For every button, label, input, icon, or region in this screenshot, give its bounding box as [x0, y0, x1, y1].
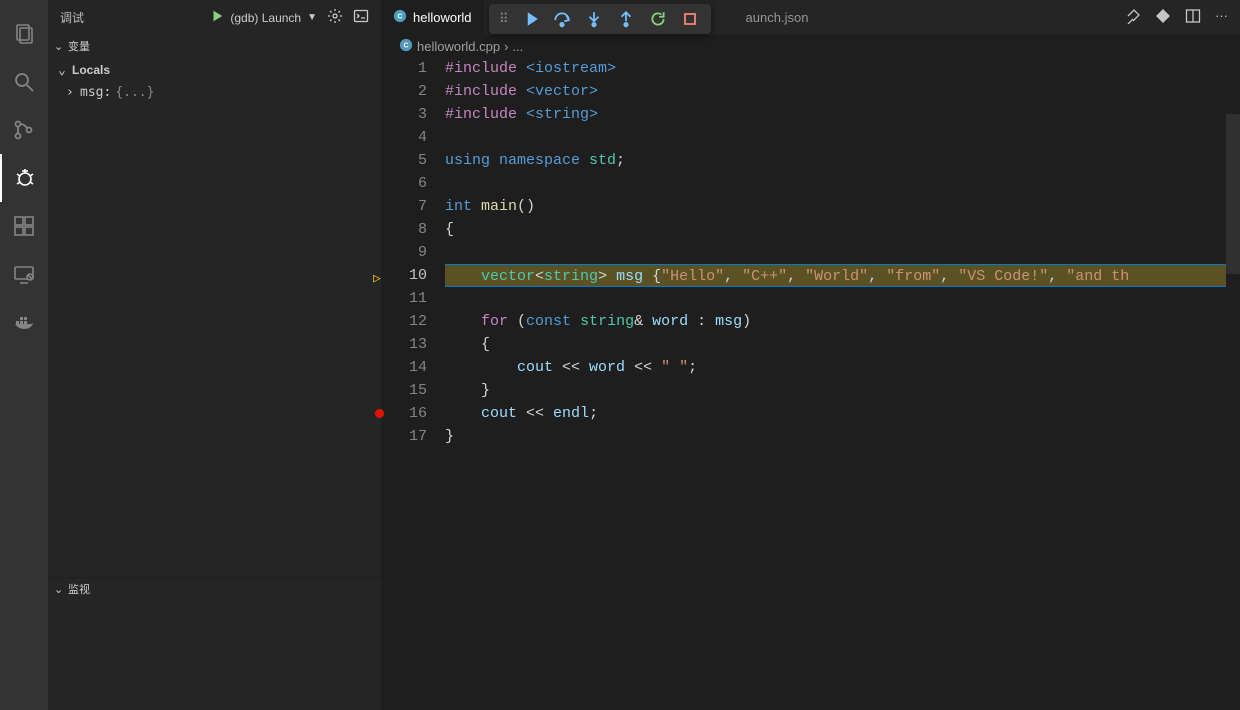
restart-button[interactable]	[643, 6, 673, 32]
activity-explorer-icon[interactable]	[0, 10, 48, 58]
cpp-file-icon: C	[393, 9, 407, 26]
breadcrumb-file: helloworld.cpp	[417, 39, 500, 54]
chevron-down-icon: ⌄	[54, 40, 68, 53]
tab-label: helloworld	[413, 10, 472, 25]
activity-bar	[0, 0, 48, 710]
more-icon[interactable]: ···	[1215, 8, 1228, 27]
activity-search-icon[interactable]	[0, 58, 48, 106]
tab-label: aunch.json	[746, 10, 809, 25]
breadcrumb[interactable]: C helloworld.cpp › ...	[381, 35, 1240, 57]
continue-button[interactable]	[515, 6, 545, 32]
locals-label: Locals	[72, 63, 110, 77]
activity-docker-icon[interactable]	[0, 298, 48, 346]
variable-value: {...}	[115, 85, 154, 100]
config-name: (gdb) Launch	[230, 11, 301, 25]
diamond-icon[interactable]	[1155, 8, 1171, 27]
line-gutter[interactable]: 12345678910▷11121314151617	[381, 57, 445, 710]
sidebar-header: 调试 (gdb) Launch ▼	[48, 0, 381, 35]
tab-actions: ···	[1113, 8, 1240, 27]
cpp-file-icon: C	[399, 38, 413, 55]
variable-row[interactable]: › msg: {...}	[48, 81, 381, 103]
code-content[interactable]: #include <iostream>#include <vector>#inc…	[445, 57, 1240, 710]
debug-toolbar[interactable]: ⠿	[489, 4, 711, 34]
debug-console-icon[interactable]	[353, 8, 369, 27]
variables-body: ⌄ Locals › msg: {...}	[48, 57, 381, 577]
variables-section-header[interactable]: ⌄ 变量	[48, 35, 381, 57]
locals-scope[interactable]: ⌄ Locals	[48, 59, 381, 81]
tab-helloworld[interactable]: C helloworld	[381, 0, 484, 35]
breadcrumb-rest: ...	[512, 39, 523, 54]
watch-body	[48, 600, 381, 710]
step-over-button[interactable]	[547, 6, 577, 32]
code-editor[interactable]: 12345678910▷11121314151617 #include <ios…	[381, 57, 1240, 710]
step-out-button[interactable]	[611, 6, 641, 32]
minimap[interactable]	[1226, 114, 1240, 710]
start-debug-icon[interactable]	[210, 9, 224, 26]
debug-config-selector[interactable]: (gdb) Launch ▼	[210, 9, 317, 26]
grip-icon[interactable]: ⠿	[495, 11, 513, 27]
chevron-down-icon: ⌄	[54, 583, 68, 596]
pin-icon[interactable]	[1125, 8, 1141, 27]
gear-icon[interactable]	[327, 8, 343, 27]
breadcrumb-sep: ›	[504, 39, 508, 54]
debug-sidebar: 调试 (gdb) Launch ▼ ⌄ 变量 ⌄ Locals › msg: {…	[48, 0, 381, 710]
activity-scm-icon[interactable]	[0, 106, 48, 154]
activity-extensions-icon[interactable]	[0, 202, 48, 250]
activity-remote-icon[interactable]	[0, 250, 48, 298]
svg-text:C: C	[397, 14, 402, 21]
editor-area: C helloworld aunch.json ··· ⠿	[381, 0, 1240, 710]
watch-section: ⌄ 监视	[48, 577, 381, 710]
activity-debug-icon[interactable]	[0, 154, 48, 202]
sidebar-title: 调试	[60, 9, 210, 26]
variables-label: 变量	[68, 38, 90, 54]
minimap-slider[interactable]	[1226, 114, 1240, 274]
watch-label: 监视	[68, 581, 90, 597]
chevron-down-icon: ⌄	[58, 63, 72, 78]
step-into-button[interactable]	[579, 6, 609, 32]
chevron-right-icon: ›	[66, 85, 80, 100]
chevron-down-icon[interactable]: ▼	[307, 12, 317, 23]
watch-section-header[interactable]: ⌄ 监视	[48, 578, 381, 600]
tab-launch-json[interactable]: aunch.json	[734, 0, 821, 35]
variable-name: msg:	[80, 85, 111, 100]
svg-text:C: C	[403, 42, 408, 49]
breakpoint-icon[interactable]	[375, 409, 384, 418]
execution-pointer-icon: ▷	[373, 267, 381, 290]
stop-button[interactable]	[675, 6, 705, 32]
split-editor-icon[interactable]	[1185, 8, 1201, 27]
